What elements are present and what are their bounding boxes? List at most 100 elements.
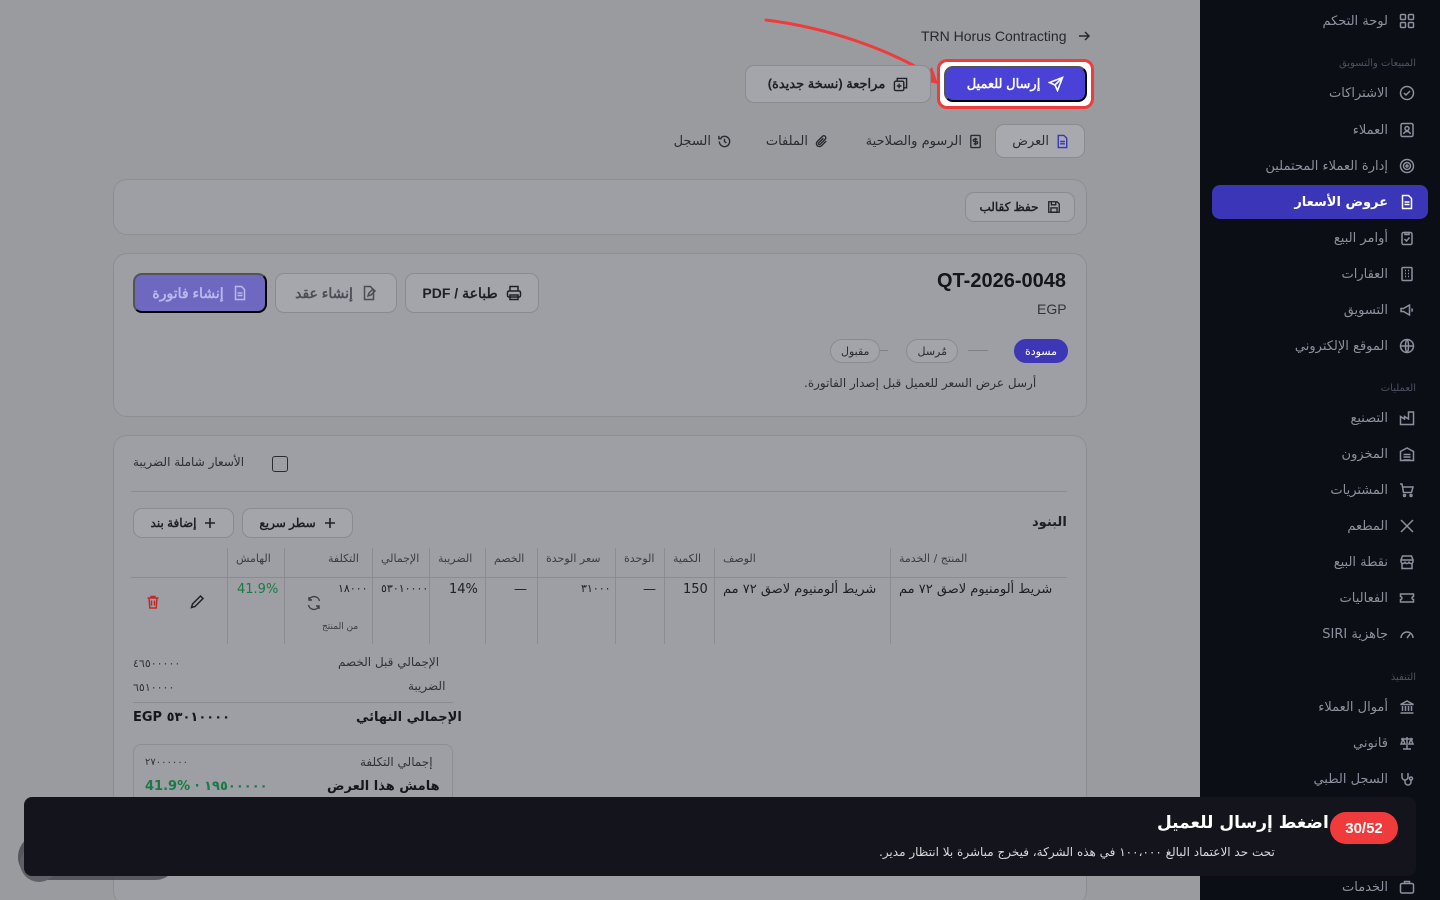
tour-progress-badge: 30/52 bbox=[1330, 812, 1398, 844]
create-contract-button[interactable]: إنشاء عقد bbox=[275, 273, 397, 313]
sidebar-item-label: أموال العملاء bbox=[1318, 699, 1388, 715]
sidebar-item-legal[interactable]: قانوني bbox=[1212, 726, 1428, 760]
column-divider bbox=[227, 548, 228, 644]
cell-margin: 41.9% bbox=[237, 582, 279, 597]
tab-history[interactable]: السجل bbox=[664, 124, 732, 158]
pencil-icon[interactable] bbox=[189, 594, 205, 610]
status-accepted: مقبول bbox=[830, 339, 881, 363]
sidebar-item-dashboard[interactable]: لوحة التحكم bbox=[1212, 4, 1428, 38]
tab-label: العرض bbox=[1012, 133, 1049, 149]
store-icon bbox=[1398, 553, 1416, 571]
tax-inclusive-checkbox[interactable] bbox=[272, 456, 288, 472]
sidebar-item-label: التصنيع bbox=[1350, 410, 1388, 426]
print-pdf-button[interactable]: طباعة / PDF bbox=[405, 273, 539, 313]
document-icon bbox=[1398, 193, 1416, 211]
cell-product[interactable]: شريط ألومنيوم لاصق ٧٢ مم bbox=[899, 582, 1052, 597]
tour-toast bbox=[24, 797, 1416, 876]
sidebar-item-leads[interactable]: إدارة العملاء المحتملين bbox=[1212, 149, 1428, 183]
template-card bbox=[113, 179, 1087, 235]
target-icon bbox=[1398, 157, 1416, 175]
tab-quote[interactable]: العرض bbox=[995, 124, 1085, 158]
revise-new-version-button[interactable]: مراجعة (نسخة جديدة) bbox=[745, 65, 931, 103]
print-pdf-label: طباعة / PDF bbox=[422, 284, 498, 301]
status-connector bbox=[968, 350, 988, 351]
sidebar-item-marketing[interactable]: التسويق bbox=[1212, 293, 1428, 327]
sidebar-item-real-estate[interactable]: العقارات bbox=[1212, 257, 1428, 291]
building-icon bbox=[1398, 265, 1416, 283]
sidebar-item-pos[interactable]: نقطة البيع bbox=[1212, 545, 1428, 579]
column-divider bbox=[537, 548, 538, 644]
quote-currency: EGP bbox=[1037, 301, 1067, 317]
sidebar-item-label: نقطة البيع bbox=[1333, 554, 1388, 570]
sidebar-item-subscriptions[interactable]: الاشتراكات bbox=[1212, 76, 1428, 110]
column-divider bbox=[284, 548, 285, 644]
add-item-button[interactable]: إضافة بند bbox=[133, 508, 234, 538]
column-header: التكلفة bbox=[328, 552, 359, 565]
gauge-icon bbox=[1398, 625, 1416, 643]
tabs: العرض الرسوم والصلاحية الملفات السجل bbox=[660, 124, 1086, 158]
sidebar-item-restaurant[interactable]: المطعم bbox=[1212, 509, 1428, 543]
cell-cost-source: من المنتج bbox=[322, 622, 359, 632]
sidebar-item-events[interactable]: الفعاليات bbox=[1212, 581, 1428, 615]
sidebar-item-siri-readiness[interactable]: جاهزية SIRI bbox=[1212, 617, 1428, 651]
quick-line-label: سطر سريع bbox=[259, 516, 316, 530]
margin-box bbox=[133, 744, 453, 804]
cell-description[interactable]: شريط ألومنيوم لاصق ٧٢ مم bbox=[723, 582, 876, 597]
column-header: الكمية bbox=[673, 552, 702, 565]
send-to-client-button[interactable]: إرسال للعميل bbox=[944, 66, 1087, 102]
sidebar-item-sales-orders[interactable]: أوامر البيع bbox=[1212, 221, 1428, 255]
sidebar-item-label: إدارة العملاء المحتملين bbox=[1265, 158, 1388, 174]
column-divider bbox=[664, 548, 665, 644]
refresh-icon[interactable] bbox=[306, 595, 322, 611]
cell-unit[interactable]: — bbox=[643, 582, 656, 597]
column-divider bbox=[890, 548, 891, 644]
sidebar-item-label: المطعم bbox=[1347, 518, 1388, 534]
invoice-icon bbox=[232, 285, 248, 301]
globe-icon bbox=[1398, 337, 1416, 355]
quote-margin-label: هامش هذا العرض bbox=[327, 779, 440, 794]
check-circle-icon bbox=[1398, 84, 1416, 102]
cell-qty[interactable]: 150 bbox=[683, 582, 708, 597]
main-content: TRN Horus Contracting إرسال للعميل مراجع… bbox=[0, 0, 1200, 900]
cell-cost[interactable]: ١٨٠٠٠ bbox=[338, 582, 368, 595]
column-header: الخصم bbox=[494, 552, 525, 565]
sidebar-item-label: الخدمات bbox=[1342, 879, 1388, 895]
cell-tax[interactable]: 14% bbox=[449, 582, 478, 597]
tab-files[interactable]: الملفات bbox=[757, 124, 829, 158]
tab-fees-validity[interactable]: الرسوم والصلاحية bbox=[853, 124, 983, 158]
create-invoice-button[interactable]: إنشاء فاتورة bbox=[133, 273, 267, 313]
sidebar-item-purchases[interactable]: المشتريات bbox=[1212, 473, 1428, 507]
cell-unit-price[interactable]: ٣١٠٠٠ bbox=[581, 582, 611, 595]
sidebar-section-title: العمليات bbox=[1380, 383, 1416, 394]
subtotal-label: الإجمالي قبل الخصم bbox=[338, 655, 440, 669]
tab-label: السجل bbox=[673, 133, 711, 149]
column-divider bbox=[714, 548, 715, 644]
sidebar-item-website[interactable]: الموقع الإلكتروني bbox=[1212, 329, 1428, 363]
quote-id: QT-2026-0048 bbox=[937, 270, 1066, 292]
column-divider bbox=[485, 548, 486, 644]
utensils-icon bbox=[1398, 517, 1416, 535]
column-header: الضريبة bbox=[438, 552, 473, 565]
sidebar-item-client-funds[interactable]: أموال العملاء bbox=[1212, 690, 1428, 724]
items-section-title: البنود bbox=[1032, 515, 1067, 530]
sidebar-item-label: الاشتراكات bbox=[1328, 85, 1388, 101]
trash-icon[interactable] bbox=[145, 594, 161, 610]
column-divider bbox=[429, 548, 430, 644]
sidebar-item-clients[interactable]: العملاء bbox=[1212, 113, 1428, 147]
sidebar-item-manufacturing[interactable]: التصنيع bbox=[1212, 401, 1428, 435]
send-icon bbox=[1048, 76, 1065, 92]
sidebar-item-inventory[interactable]: المخزون bbox=[1212, 437, 1428, 471]
quick-line-button[interactable]: سطر سريع bbox=[242, 508, 353, 538]
sidebar-item-quotes[interactable]: عروض الأسعار bbox=[1212, 185, 1428, 219]
sidebar-item-label: العقارات bbox=[1341, 266, 1388, 282]
quote-hint: أرسل عرض السعر للعميل قبل إصدار الفاتورة… bbox=[804, 376, 1037, 390]
sidebar-item-medical-record[interactable]: السجل الطبي bbox=[1212, 762, 1428, 796]
column-header: الإجمالي bbox=[381, 552, 420, 565]
sidebar-item-label: عروض الأسعار bbox=[1294, 194, 1388, 210]
plus-icon bbox=[204, 517, 216, 529]
save-as-template-button[interactable]: حفظ كقالب bbox=[965, 192, 1075, 222]
contact-icon bbox=[1398, 121, 1416, 139]
column-divider bbox=[372, 548, 373, 644]
cell-discount[interactable]: — bbox=[514, 582, 527, 597]
save-as-template-label: حفظ كقالب bbox=[979, 200, 1039, 214]
